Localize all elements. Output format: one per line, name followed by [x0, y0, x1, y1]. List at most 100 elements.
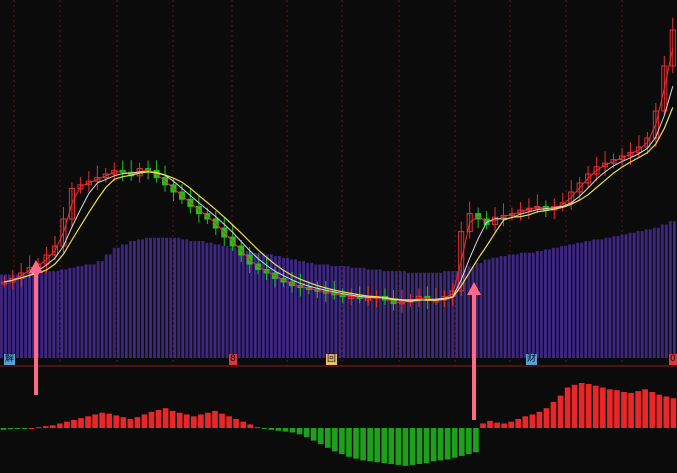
oscillator-bar — [254, 427, 261, 429]
band-bar — [100, 261, 104, 358]
band-bar — [141, 239, 144, 358]
oscillator-bar — [247, 424, 254, 428]
volume-band-area — [0, 221, 676, 358]
band-bar — [310, 262, 314, 358]
oscillator-bar — [473, 428, 479, 453]
oscillator-bar — [543, 408, 550, 428]
oscillator-bar — [0, 428, 7, 430]
chart-canvas — [0, 0, 677, 466]
oscillator-bar — [296, 428, 303, 435]
oscillator-bar — [578, 383, 585, 428]
band-bar — [322, 264, 326, 358]
oscillator-bar — [162, 408, 169, 428]
band-bar — [636, 231, 640, 358]
oscillator-bar — [317, 428, 324, 445]
band-bar — [423, 272, 426, 358]
band-bar — [616, 236, 620, 358]
oscillator-bar — [501, 423, 507, 428]
band-bar — [112, 247, 116, 358]
oscillator-bar — [332, 428, 338, 452]
oscillator-bar — [183, 414, 190, 428]
event-marker[interactable]: 财 — [526, 354, 538, 365]
oscillator-bar — [205, 412, 211, 428]
band-bar — [72, 267, 76, 358]
band-bar — [88, 264, 92, 358]
band-bar — [527, 252, 531, 358]
oscillator-bar — [212, 410, 218, 428]
band-bar — [52, 271, 56, 358]
oscillator-bar — [346, 428, 352, 457]
band-bar — [483, 259, 487, 358]
band-bar — [366, 269, 370, 358]
band-bar — [467, 266, 471, 358]
band-bar — [306, 262, 310, 358]
oscillator-bar — [571, 384, 578, 428]
band-bar — [402, 271, 406, 358]
oscillator-bar — [155, 410, 162, 428]
oscillator-bar — [21, 428, 28, 429]
band-bar — [556, 247, 559, 358]
band-bar — [443, 271, 447, 358]
band-bar — [56, 271, 60, 358]
band-bar — [507, 254, 511, 358]
band-bar — [535, 251, 539, 358]
band-bar — [439, 272, 443, 358]
oscillator-bar — [444, 428, 451, 460]
oscillator-bar — [550, 401, 557, 428]
oscillator-bar — [515, 419, 522, 428]
oscillator-bar — [176, 412, 183, 428]
band-bar — [302, 261, 306, 358]
event-marker[interactable]: 0 — [669, 354, 677, 365]
band-bar — [241, 249, 245, 358]
oscillator-bar — [275, 428, 282, 431]
band-bar — [24, 274, 28, 358]
band-bar — [334, 266, 338, 358]
band-bar — [580, 242, 584, 358]
band-bar — [338, 266, 342, 358]
oscillator-bar — [529, 414, 536, 428]
band-bar — [181, 239, 185, 358]
oscillator-bar — [423, 428, 430, 464]
oscillator-bar — [621, 392, 627, 428]
band-bar — [294, 259, 298, 358]
oscillator-bar — [607, 389, 613, 428]
band-bar — [447, 271, 451, 358]
oscillator-bar — [451, 428, 458, 458]
band-bar — [632, 232, 636, 358]
oscillator-bar — [466, 428, 472, 455]
oscillator-bar — [663, 396, 670, 428]
band-bar — [612, 236, 616, 358]
oscillator-bar — [310, 428, 317, 441]
band-bar — [326, 264, 330, 358]
band-bar — [415, 272, 418, 358]
event-marker[interactable]: 解 — [4, 354, 16, 365]
oscillator-bar — [642, 389, 648, 428]
oscillator-bar — [585, 383, 592, 428]
oscillator-bar — [148, 411, 155, 428]
band-bar — [539, 251, 543, 358]
oscillator-bar — [134, 417, 141, 428]
band-bar — [342, 266, 346, 358]
band-bar — [370, 269, 374, 358]
band-bar — [80, 266, 84, 358]
band-bar — [548, 249, 551, 358]
event-marker[interactable]: 8 — [229, 354, 237, 365]
band-bar — [44, 271, 48, 358]
band-bar — [568, 244, 572, 358]
band-bar — [8, 274, 11, 358]
band-bar — [233, 247, 237, 358]
oscillator-bar — [261, 428, 268, 429]
band-bar — [245, 251, 249, 358]
band-bar — [104, 254, 108, 358]
oscillator-bar — [614, 390, 620, 428]
oscillator-bar — [226, 416, 232, 428]
band-bar — [221, 246, 225, 358]
oscillator-bar — [339, 428, 345, 455]
oscillator-bar — [7, 428, 14, 430]
event-marker[interactable]: 回 — [326, 354, 338, 365]
band-bar — [398, 271, 402, 358]
band-bar — [84, 264, 88, 358]
oscillator-bar — [71, 419, 77, 428]
oscillator-bar — [360, 428, 366, 461]
band-bar — [624, 234, 628, 358]
